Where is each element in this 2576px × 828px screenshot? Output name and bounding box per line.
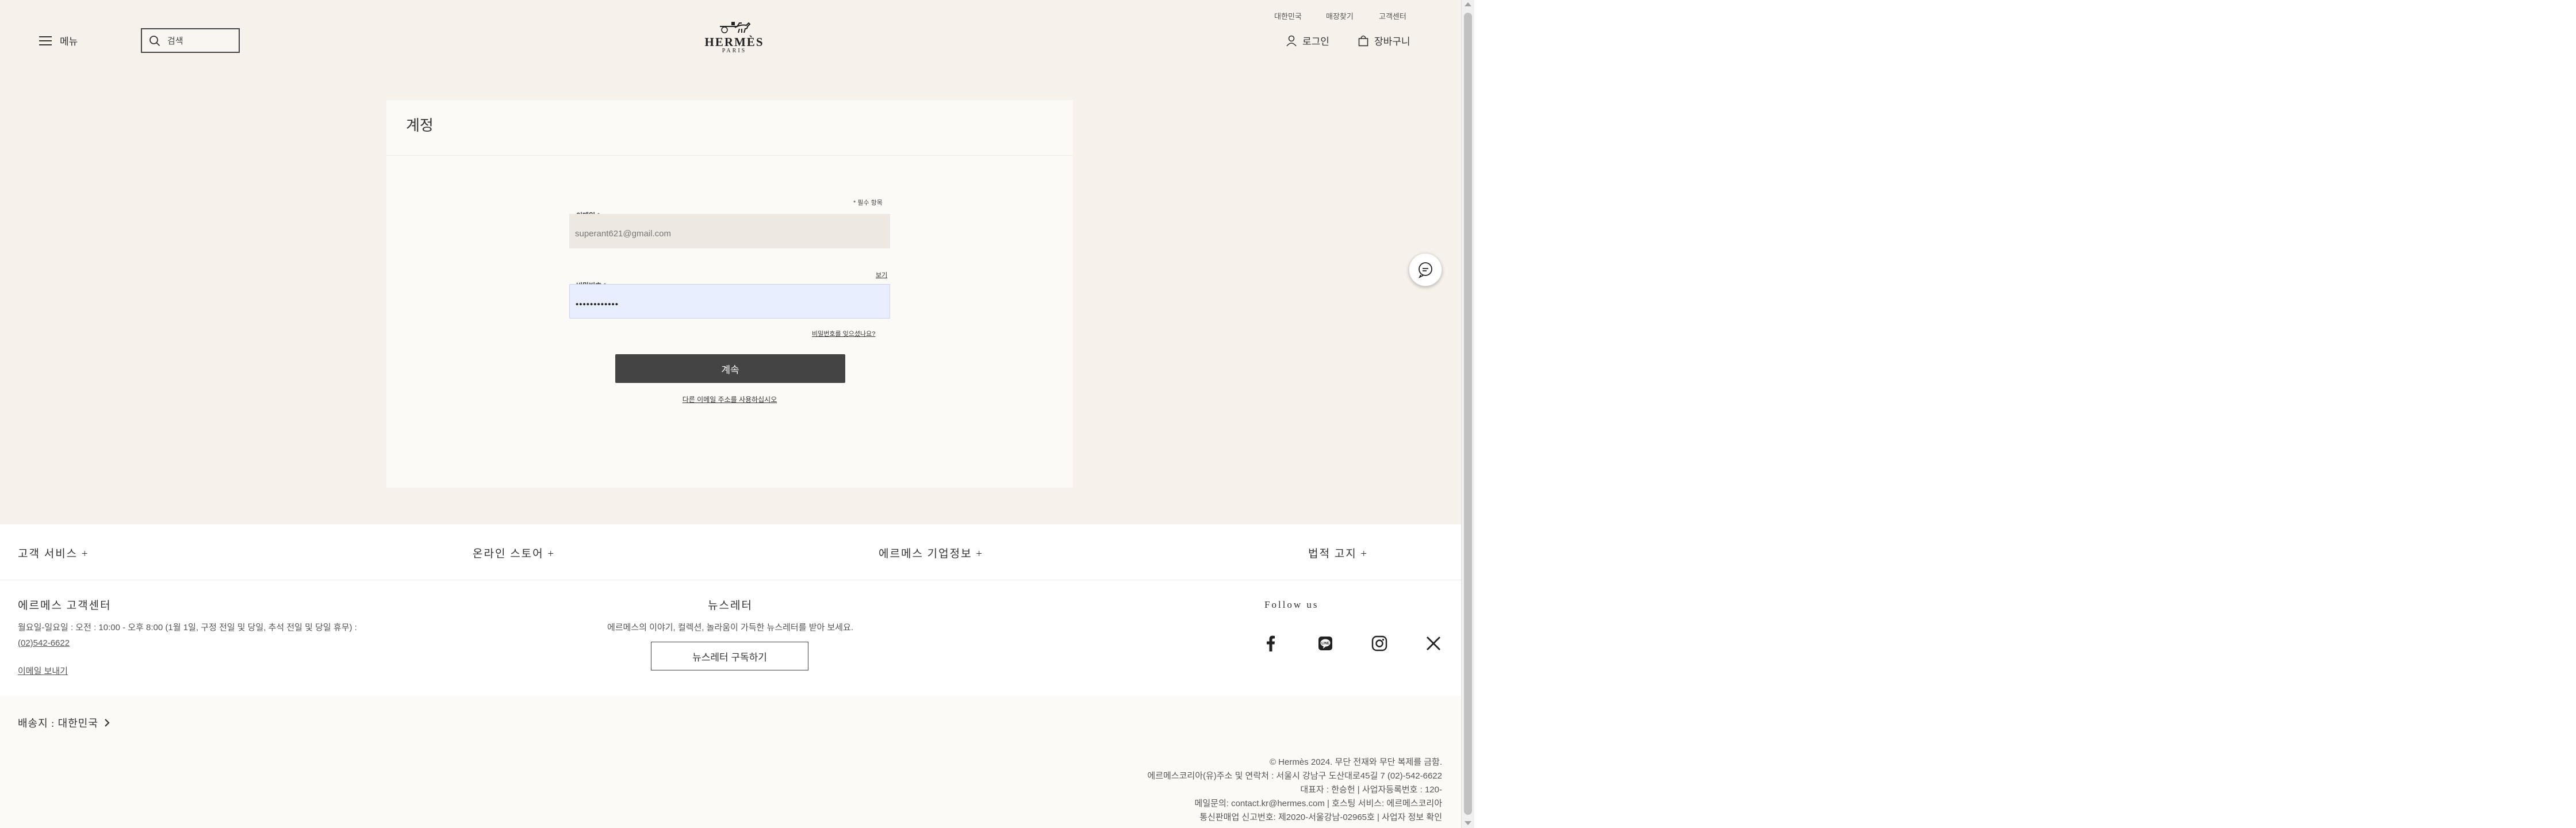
newsletter-subscribe-button[interactable]: 뉴스레터 구독하기 (651, 642, 808, 670)
top-link-country[interactable]: 대한민국 (1274, 10, 1302, 21)
newsletter-description: 에르메스의 이야기, 컬렉션, 놀라움이 가득한 뉴스레터를 받아 보세요. (607, 623, 854, 632)
use-other-email-link[interactable]: 다른 이메일 주소를 사용하십시오 (386, 394, 1073, 404)
email-field[interactable]: superant621@gmail.com (569, 214, 890, 248)
logo-wordmark: HERMÈS (704, 35, 764, 49)
accordion-legal[interactable]: 법적 고지 + (1308, 545, 1368, 561)
send-email-link[interactable]: 이메일 보내기 (18, 665, 68, 677)
login-label: 로그인 (1302, 36, 1329, 47)
x-icon[interactable] (1424, 634, 1443, 653)
divider (386, 155, 1073, 156)
legal-area: 배송지 : 대한민국 © Hermès 2024. 무단 전재와 무단 복제를 … (0, 696, 1461, 828)
customer-center-phone-link[interactable]: (02)542-6622 (18, 638, 70, 648)
newsletter-title: 뉴스레터 (708, 600, 753, 612)
top-link-customer-service[interactable]: 고객센터 (1379, 10, 1406, 21)
login-link[interactable]: 로그인 (1286, 33, 1329, 48)
user-icon (1286, 35, 1297, 47)
vertical-scrollbar[interactable] (1461, 0, 1474, 828)
cart-link[interactable]: 장바구니 (1358, 33, 1410, 48)
company-address-text: 에르메스코리아(유)주소 및 연락처 : 서울시 강남구 도산대로45길 7 (… (1147, 771, 1442, 781)
customer-center-title: 에르메스 고객센터 (18, 600, 112, 612)
account-card: 계정 * 필수 항목 이메일 * superant621@gmail.com 보… (386, 100, 1073, 488)
password-field[interactable]: •••••••••••• (569, 284, 890, 319)
facebook-icon[interactable] (1261, 634, 1281, 653)
search-input[interactable]: 검색 (141, 28, 240, 53)
page: 대한민국 매장찾기 고객센터 메뉴 검색 HERMÈS PARIS 로그인 장바… (0, 0, 1461, 828)
copyright-text: © Hermès 2024. 무단 전재와 무단 복제를 금함. (1269, 757, 1442, 767)
show-password-link[interactable]: 보기 (876, 270, 887, 279)
chat-icon (1418, 262, 1432, 278)
customer-center-hours: 월요일-일요일 : 오전 : 10:00 - 오후 8:00 (1월 1일, 구… (18, 623, 357, 632)
chevron-right-icon (105, 719, 110, 727)
horse-carriage-icon (720, 22, 751, 33)
page-title: 계정 (406, 117, 434, 134)
line-icon[interactable]: LINE (1316, 634, 1335, 653)
svg-text:LINE: LINE (1321, 642, 1329, 646)
contact-email-text[interactable]: 메일문의: contact.kr@hermes.com | 호스팅 서비스: 에… (1195, 797, 1442, 809)
follow-us-title: Follow us (1264, 599, 1319, 610)
accordion-company-info[interactable]: 에르메스 기업정보 + (879, 545, 983, 561)
scroll-down-arrow-icon[interactable] (1465, 821, 1471, 825)
scroll-thumb[interactable] (1464, 13, 1472, 815)
forgot-password-link[interactable]: 비밀번호를 잊으셨나요? (812, 329, 875, 338)
accordion-customer-service[interactable]: 고객 서비스 + (18, 545, 89, 561)
search-placeholder: 검색 (167, 36, 183, 46)
hermes-logo[interactable]: HERMÈS PARIS (703, 21, 766, 54)
menu-label: 메뉴 (60, 36, 78, 47)
accordion-online-store[interactable]: 온라인 스토어 + (473, 545, 555, 561)
search-icon (150, 35, 160, 46)
continue-button[interactable]: 계속 (615, 354, 845, 383)
ship-to-label: 배송지 : 대한민국 (18, 718, 98, 729)
business-registration-text[interactable]: 통신판매업 신고번호: 제2020-서울강남-02965호 | 사업자 정보 확… (1199, 811, 1442, 823)
ship-to-selector[interactable]: 배송지 : 대한민국 (18, 715, 110, 730)
instagram-icon[interactable] (1370, 634, 1389, 653)
menu-button[interactable]: 메뉴 (39, 33, 78, 48)
hamburger-icon (39, 36, 52, 45)
chat-button[interactable] (1409, 253, 1442, 286)
representative-text: 대표자 : 한승헌 | 사업자등록번호 : 120- (1300, 785, 1442, 795)
shopping-bag-icon (1358, 35, 1368, 46)
scroll-up-arrow-icon[interactable] (1465, 2, 1471, 6)
required-note: * 필수 항목 (853, 200, 883, 206)
cart-label: 장바구니 (1374, 36, 1410, 47)
footer: 고객 서비스 + 온라인 스토어 + 에르메스 기업정보 + 법적 고지 + 에… (0, 524, 1461, 828)
top-link-store-finder[interactable]: 매장찾기 (1326, 10, 1354, 21)
